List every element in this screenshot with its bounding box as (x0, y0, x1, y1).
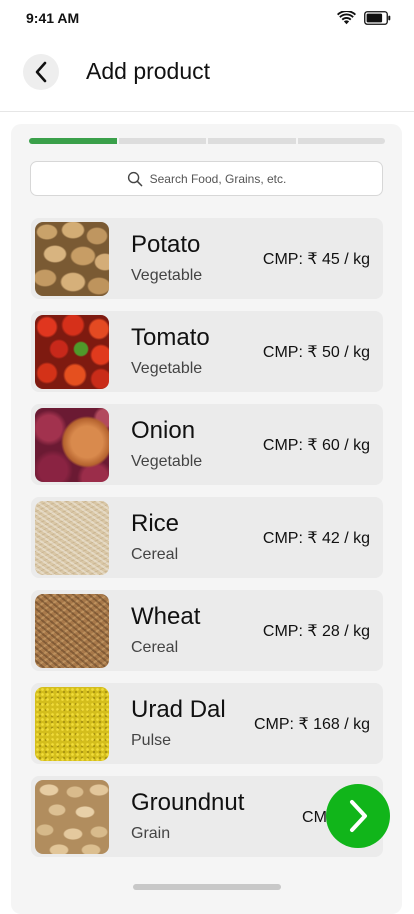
progress-step-4 (297, 138, 385, 144)
product-item-onion[interactable]: Onion Vegetable CMP: ₹ 60 / kg (31, 404, 383, 485)
product-category: Pulse (131, 732, 172, 749)
product-item-potato[interactable]: Potato Vegetable CMP: ₹ 45 / kg (31, 218, 383, 299)
home-indicator (133, 884, 281, 890)
chevron-left-icon (35, 61, 47, 83)
product-price: CMP: ₹ 45 / kg (262, 251, 370, 268)
urad-dal-image (35, 687, 109, 761)
wifi-icon (337, 11, 356, 25)
product-price: CMP: ₹ 60 / kg (262, 437, 370, 454)
product-price: CMP: ₹ 28 / kg (262, 623, 370, 640)
search-input[interactable]: Search Food, Grains, etc. (30, 161, 383, 196)
progress-step-1 (29, 138, 117, 144)
progress-indicator (29, 138, 385, 144)
status-time: 9:41 AM (26, 10, 80, 26)
product-name: Potato (131, 231, 201, 258)
back-button[interactable] (23, 54, 59, 90)
product-item-rice[interactable]: Rice Cereal CMP: ₹ 42 / kg (31, 497, 383, 578)
battery-icon (364, 11, 391, 25)
product-category: Vegetable (131, 267, 203, 284)
product-name: Groundnut (131, 789, 245, 816)
product-category: Grain (131, 825, 171, 842)
search-placeholder: Search Food, Grains, etc. (149, 171, 287, 186)
product-category: Cereal (131, 546, 179, 563)
chevron-right-icon (350, 800, 367, 832)
groundnut-image (35, 780, 109, 854)
product-price: CMP: ₹ 42 / kg (262, 530, 370, 547)
product-name: Onion (131, 417, 196, 444)
rice-image (35, 501, 109, 575)
product-category: Cereal (131, 639, 179, 656)
page-title: Add product (86, 58, 211, 84)
product-price: CMP: ₹ 50 / kg (262, 344, 370, 361)
status-bar: 9:41 AM (0, 0, 414, 36)
product-name: Tomato (131, 324, 210, 351)
product-category: Vegetable (131, 453, 203, 470)
product-item-wheat[interactable]: Wheat Cereal CMP: ₹ 28 / kg (31, 590, 383, 671)
product-price: CMP: ₹ 168 / kg (254, 716, 370, 733)
tomato-image (35, 315, 109, 389)
product-name: Rice (131, 510, 180, 537)
wheat-image (35, 594, 109, 668)
onion-image (35, 408, 109, 482)
progress-step-3 (208, 138, 296, 144)
product-item-urad-dal[interactable]: Urad Dal Pulse CMP: ₹ 168 / kg (31, 683, 383, 764)
product-item-tomato[interactable]: Tomato Vegetable CMP: ₹ 50 / kg (31, 311, 383, 392)
product-category: Vegetable (131, 360, 203, 377)
product-name: Wheat (131, 603, 201, 630)
product-name: Urad Dal (131, 696, 226, 723)
search-icon (127, 171, 142, 186)
next-button[interactable] (326, 784, 390, 848)
product-list: Potato Vegetable CMP: ₹ 45 / kg Tomato V… (31, 218, 383, 869)
potato-image (35, 222, 109, 296)
progress-step-2 (118, 138, 206, 144)
header: Add product (0, 36, 414, 112)
